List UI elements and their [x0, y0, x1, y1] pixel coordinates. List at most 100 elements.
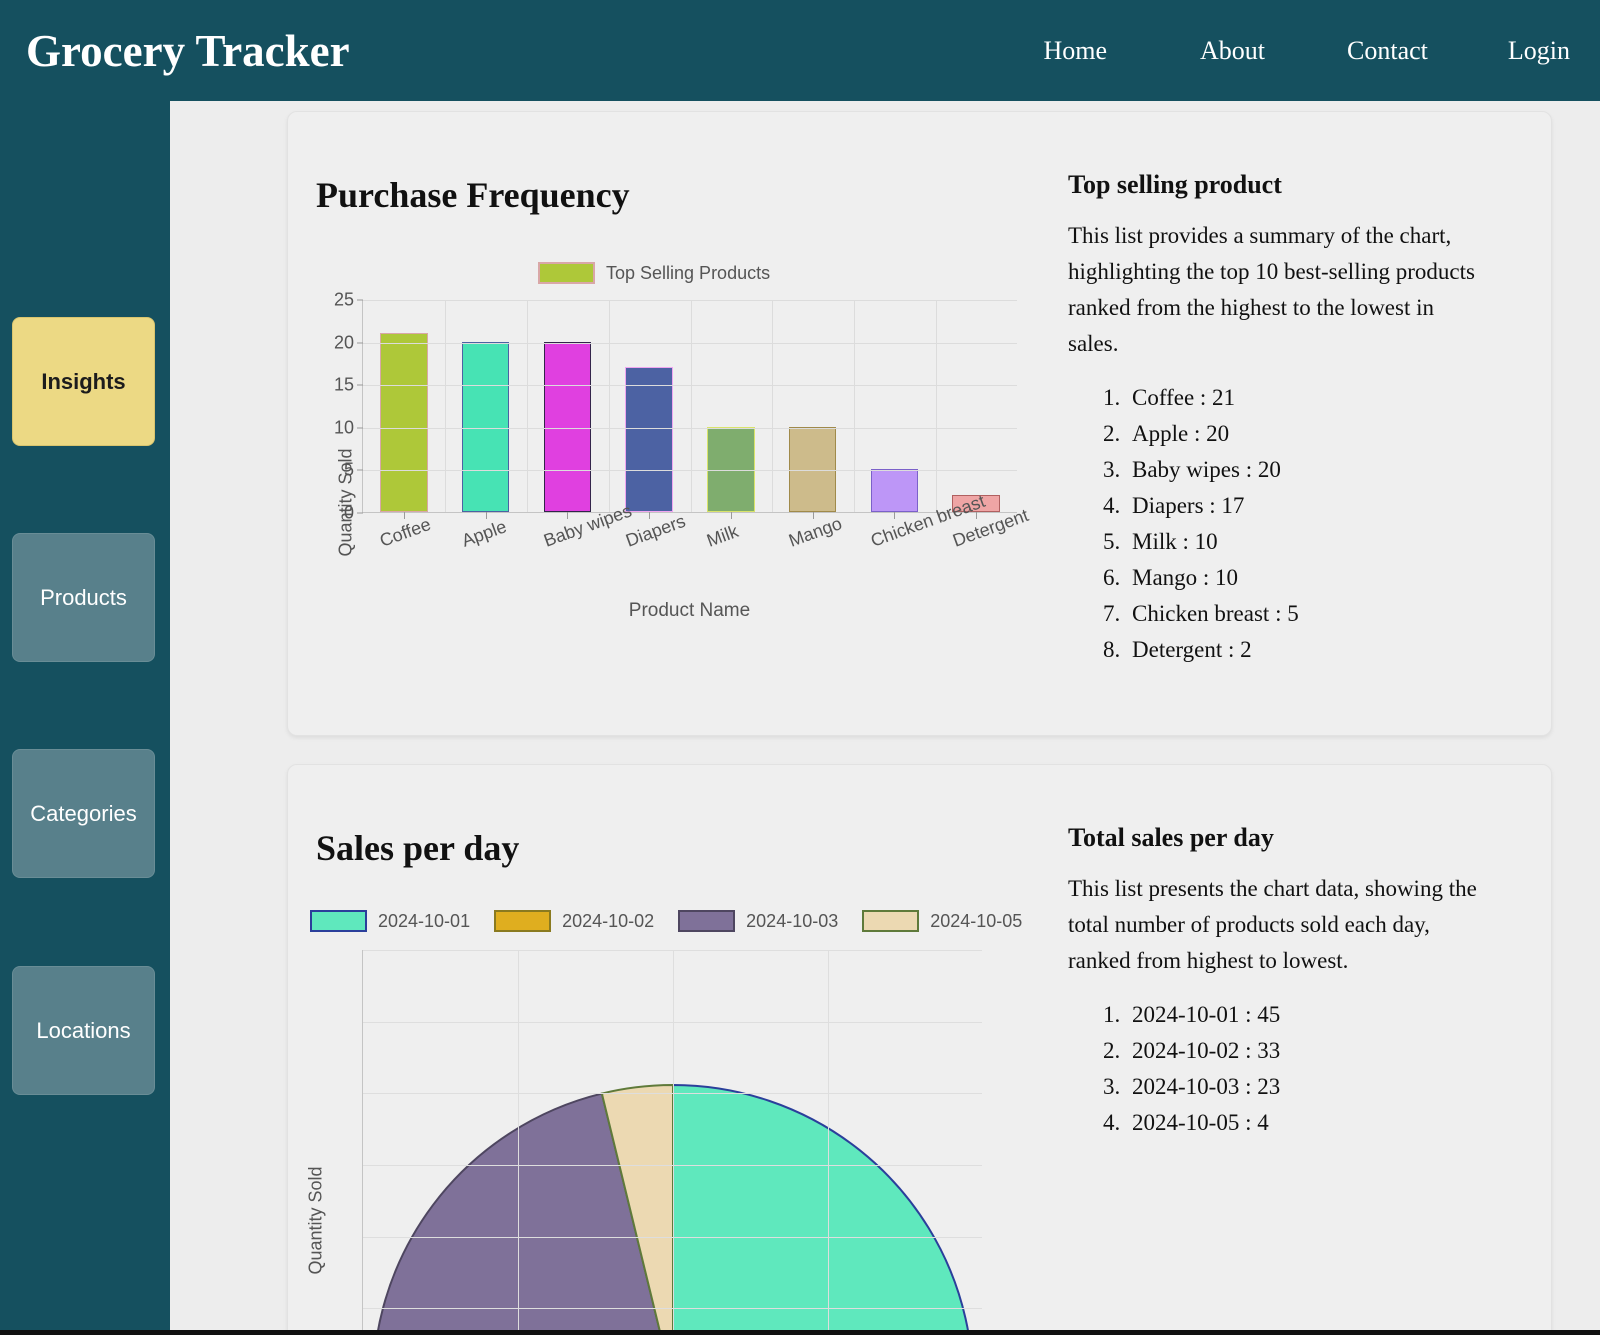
pie-y-axis-label: Quantity Sold — [305, 1166, 326, 1275]
top-selling-ranking-list: Coffee : 21Apple : 20Baby wipes : 20Diap… — [1068, 380, 1519, 668]
legend-swatch — [494, 910, 552, 932]
bar-x-tick-labels: Coffee Apple Baby wipes Diapers Milk Mango Chi… — [362, 491, 1031, 590]
nav-link-login[interactable]: Login — [1508, 36, 1570, 66]
total-sales-aside: Total sales per day This list presents t… — [1068, 765, 1551, 1335]
pie-plot-area: 0.40.50.60.70.80.91 — [362, 950, 982, 1335]
bar[interactable] — [870, 469, 919, 512]
legend-label: Top Selling Products — [606, 262, 771, 283]
brand-title: Grocery Tracker — [26, 25, 350, 76]
grid-line — [673, 950, 674, 1335]
legend-item[interactable]: 2024-10-05 — [862, 910, 1022, 932]
grid-line — [608, 300, 610, 512]
y-tick-label: 25 — [333, 289, 354, 310]
list-item: 2024-10-05 : 4 — [1126, 1105, 1519, 1141]
pie-slice[interactable] — [672, 1083, 973, 1335]
legend-swatch — [310, 910, 367, 932]
bar[interactable] — [461, 341, 510, 512]
sales-per-day-card: Sales per day 2024-10-01 2024-10-02 2024-1… — [287, 764, 1552, 1335]
pie-y-axis-label-host: Quantity Sold — [306, 1150, 326, 1310]
y-tick-mark — [362, 1308, 363, 1309]
nav-link-home[interactable]: Home — [1043, 36, 1107, 66]
y-tick-mark — [357, 342, 363, 344]
purchase-frequency-card: Purchase Frequency Top Selling Products … — [287, 111, 1552, 736]
page-title: Sales per day — [316, 828, 520, 868]
nav-link-contact[interactable]: Contact — [1347, 36, 1428, 66]
sidebar-item-label: Categories — [30, 800, 137, 826]
list-item: 2024-10-03 : 23 — [1126, 1069, 1519, 1105]
window-bottom-edge — [0, 1330, 1600, 1335]
sidebar-item-label: Locations — [36, 1017, 131, 1043]
legend-label: 2024-10-05 — [930, 910, 1023, 931]
sidebar: Insights Products Categories Locations — [0, 101, 170, 1335]
aside-paragraph: This list presents the chart data, showi… — [1068, 876, 1477, 973]
bar-plot-area: 0 5 10 15 20 25 — [334, 290, 1017, 523]
main-navigation: Home About Contact Login — [1043, 36, 1600, 66]
list-item: Mango : 10 — [1126, 560, 1519, 596]
app-root: Grocery Tracker Home About Contact Login… — [0, 0, 1600, 1335]
legend-swatch — [678, 910, 736, 932]
sidebar-item-categories[interactable]: Categories — [12, 749, 155, 878]
bar-slot — [690, 300, 772, 519]
x-tick-label: Apple — [458, 516, 509, 551]
bar-chart-legend: Top Selling Products — [538, 262, 770, 284]
x-tick-mark — [567, 512, 569, 519]
bar[interactable] — [380, 333, 428, 512]
legend-item[interactable]: 2024-10-01 — [310, 910, 470, 932]
y-tick-mark — [362, 1021, 363, 1022]
list-item: Detergent : 2 — [1126, 632, 1519, 668]
grid-line — [518, 950, 519, 1335]
y-tick-mark — [362, 950, 363, 951]
grid-line — [936, 300, 938, 512]
bar-slot — [772, 300, 854, 519]
pie-chart-legend: 2024-10-01 2024-10-02 2024-10-03 2024-10-05 — [310, 910, 1046, 932]
y-tick-mark — [357, 512, 363, 514]
x-tick-label: Coffee — [376, 513, 434, 551]
sidebar-item-locations[interactable]: Locations — [12, 966, 155, 1095]
sidebar-item-label: Products — [40, 584, 127, 610]
top-selling-aside: Top selling product This list provides a… — [1068, 112, 1551, 735]
grid-line — [690, 300, 692, 512]
x-tick-mark — [812, 512, 814, 519]
grid-line — [854, 300, 856, 512]
x-tick-mark — [403, 512, 405, 519]
x-tick-mark — [894, 512, 896, 519]
bar-chart: Top Selling Products Quantity Sold 0 5 10 1… — [288, 262, 1068, 732]
bar[interactable] — [625, 367, 673, 512]
y-tick-mark — [357, 299, 363, 301]
list-item: Coffee : 21 — [1126, 380, 1519, 416]
y-tick-mark — [357, 469, 363, 471]
site-header: Grocery Tracker Home About Contact Login — [0, 0, 1600, 101]
y-tick-mark — [362, 1236, 363, 1237]
list-item: Apple : 20 — [1126, 416, 1519, 452]
y-tick-mark — [357, 384, 363, 386]
grid-line — [526, 300, 528, 512]
legend-item[interactable]: 2024-10-03 — [678, 910, 838, 932]
bar-chart-container: Purchase Frequency Top Selling Products … — [288, 112, 1068, 735]
sidebar-item-products[interactable]: Products — [12, 533, 155, 662]
bar-slot — [363, 300, 445, 519]
list-item: Diapers : 17 — [1126, 488, 1519, 524]
x-tick-label: Milk — [704, 521, 742, 551]
legend-label: 2024-10-01 — [378, 910, 471, 931]
bar-slot — [608, 300, 690, 519]
total-sales-ranking-list: 2024-10-01 : 452024-10-02 : 332024-10-03… — [1068, 997, 1519, 1141]
main-content: Purchase Frequency Top Selling Products … — [170, 101, 1600, 1335]
legend-item[interactable]: 2024-10-02 — [494, 910, 654, 932]
aside-heading: Total sales per day — [1068, 823, 1274, 852]
y-tick-label: 10 — [333, 417, 354, 438]
legend-label: 2024-10-02 — [562, 910, 655, 931]
sidebar-item-insights[interactable]: Insights — [12, 317, 155, 446]
y-tick-label: 20 — [333, 332, 354, 353]
y-tick-mark — [362, 1093, 363, 1094]
x-tick-mark — [649, 512, 651, 519]
legend-item[interactable]: Top Selling Products — [538, 262, 770, 284]
nav-link-about[interactable]: About — [1200, 36, 1265, 66]
bar-slot — [854, 300, 936, 519]
bar[interactable] — [543, 341, 592, 512]
legend-label: 2024-10-03 — [746, 910, 839, 931]
legend-swatch — [538, 262, 595, 284]
pie-chart: 2024-10-01 2024-10-02 2024-10-03 2024-10-05… — [288, 910, 1068, 1335]
y-tick-label: 0 — [343, 502, 354, 523]
grid-line — [444, 300, 446, 512]
pie-chart-container: Sales per day 2024-10-01 2024-10-02 2024-1… — [288, 765, 1068, 1335]
